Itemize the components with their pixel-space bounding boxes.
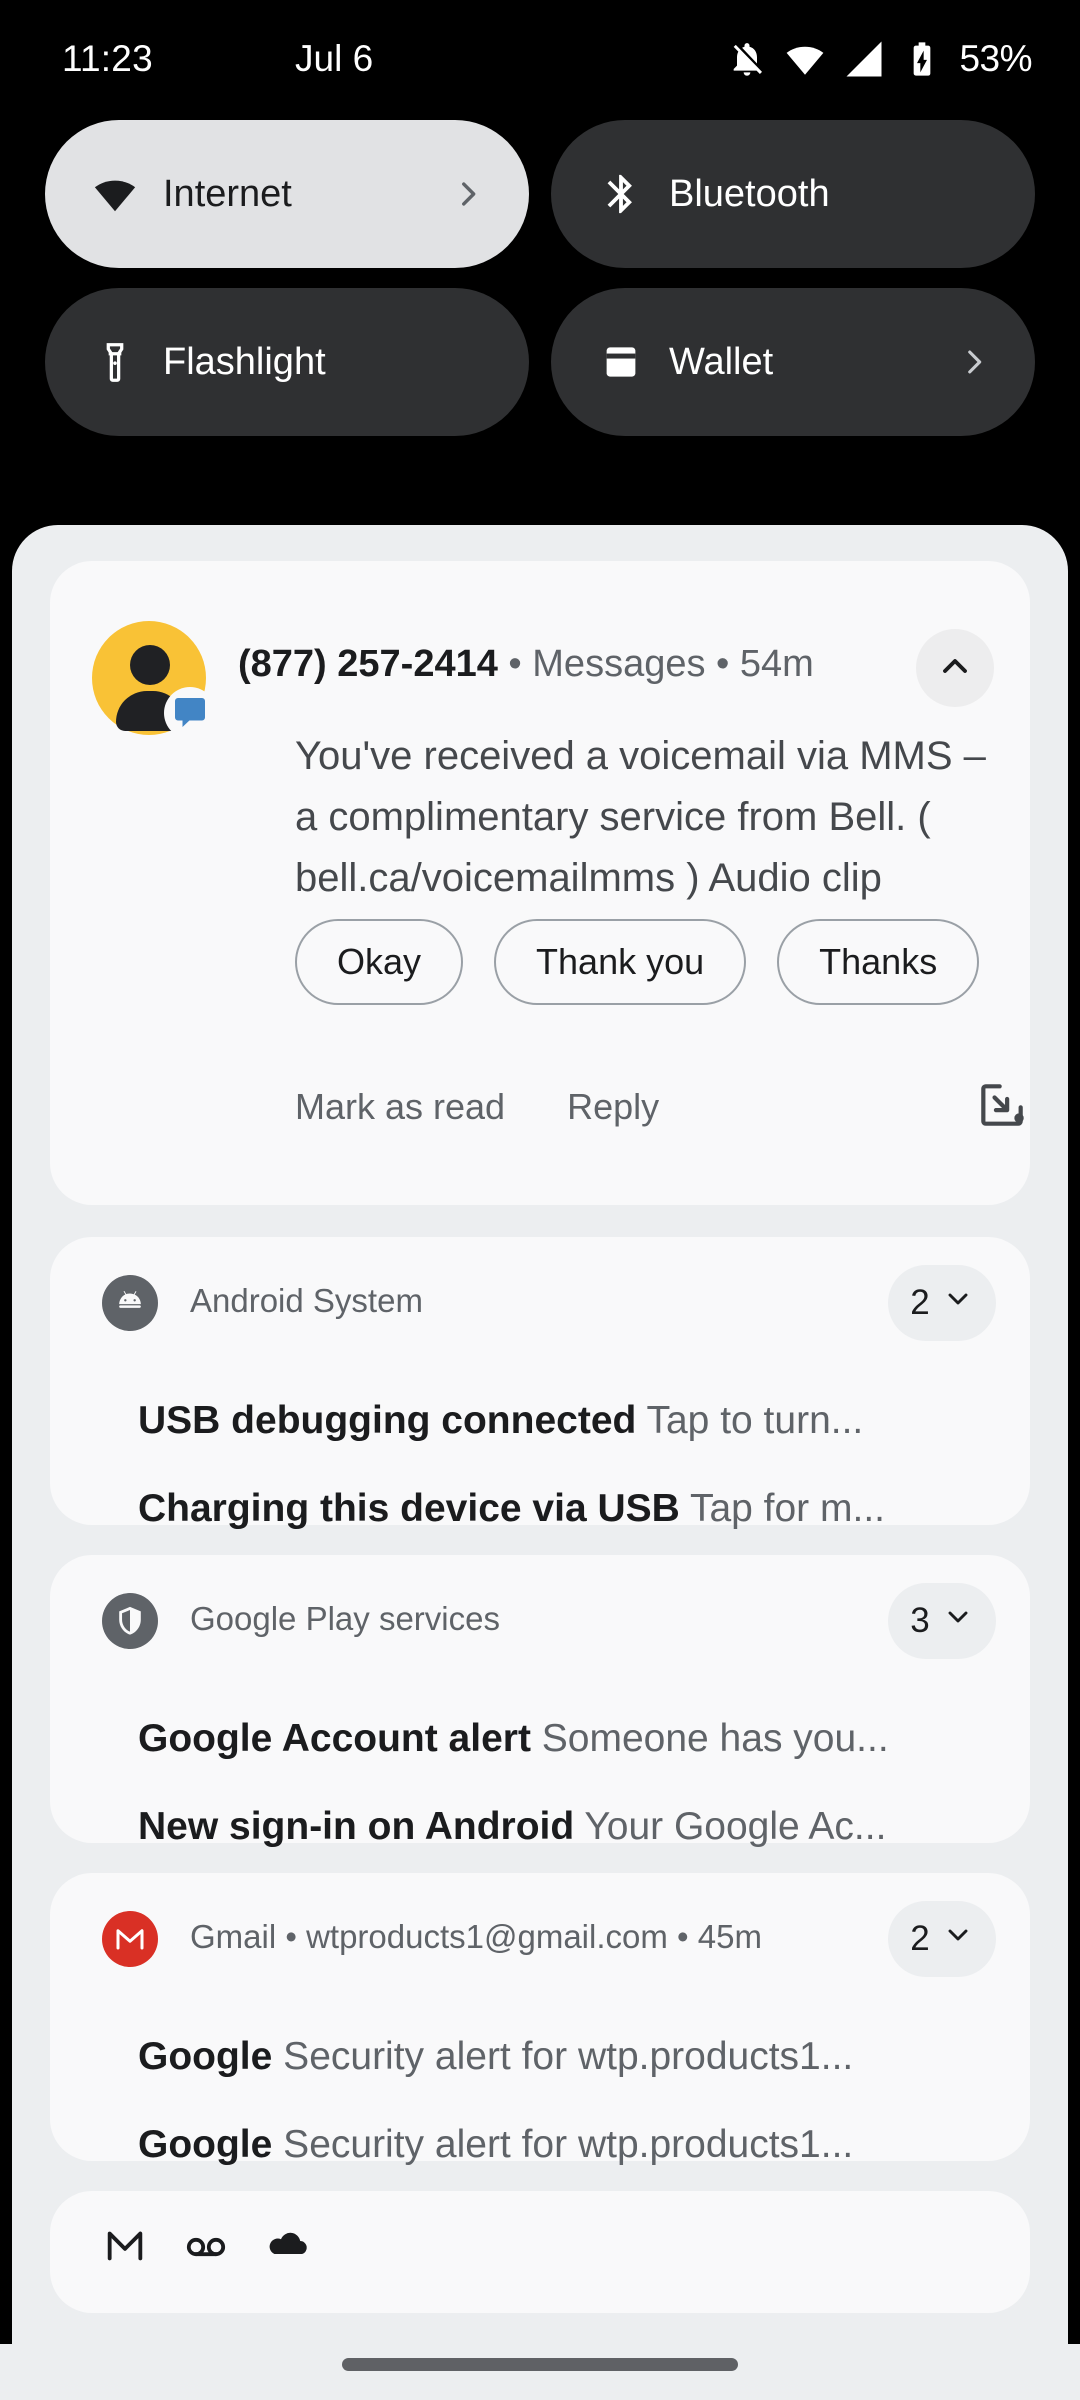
group-line-text: Tap to turn... <box>636 1399 864 1442</box>
open-in-bubble-button[interactable] <box>974 1077 1030 1138</box>
wifi-icon <box>784 38 826 80</box>
group-line-1[interactable]: Google Account alert Someone has you... <box>138 1717 1018 1761</box>
chevron-down-icon <box>942 1601 974 1642</box>
group-line-title: Google <box>138 2035 273 2078</box>
group-line-title: Google <box>138 2123 273 2166</box>
flashlight-icon <box>89 339 141 385</box>
group-expand-button[interactable]: 3 <box>888 1583 996 1659</box>
status-bar-icons: 53% <box>727 38 1032 80</box>
smart-reply-row: Okay Thank you Thanks <box>295 919 980 1005</box>
group-header: Android System 2 <box>50 1237 1030 1357</box>
notification-group-google-play-services[interactable]: Google Play services 3 Google Account al… <box>50 1555 1030 1848</box>
qs-tile-internet[interactable]: Internet <box>45 120 529 268</box>
conversation-action-row: Mark as read Reply <box>295 1071 1030 1143</box>
notification-conversation[interactable]: (877) 257-2414 • Messages • 54m You've r… <box>50 561 1030 1205</box>
group-line-title: New sign-in on Android <box>138 1805 575 1848</box>
group-line-text: Your Google Ac... <box>574 1805 887 1848</box>
android-system-icon <box>102 1275 158 1331</box>
conversation-title: (877) 257-2414 • Messages • 54m <box>238 643 814 686</box>
group-line-title: Charging this device via USB <box>138 1487 680 1530</box>
status-bar: 11:23 Jul 6 53% <box>0 0 1080 100</box>
group-line-2[interactable]: New sign-in on Android Your Google Ac... <box>138 1805 1018 1849</box>
chevron-up-icon <box>935 646 975 691</box>
silent-tray-icons <box>102 2221 312 2274</box>
notification-group-gmail[interactable]: Gmail • wtproducts1@gmail.com • 45m 2 Go… <box>50 1873 1030 2166</box>
group-count-label: 3 <box>910 1601 930 1640</box>
qs-tile-wallet[interactable]: Wallet <box>551 288 1035 436</box>
collapse-button[interactable] <box>916 629 994 707</box>
group-line-title: Google Account alert <box>138 1717 531 1760</box>
quick-settings-row-2: Flashlight Wallet <box>0 288 1080 436</box>
group-app-name: Android System <box>190 1282 423 1319</box>
qs-tile-bluetooth[interactable]: Bluetooth <box>551 120 1035 268</box>
group-line-text: Someone has you... <box>530 1717 889 1760</box>
group-count-label: 2 <box>910 1919 930 1958</box>
chevron-right-icon[interactable] <box>957 345 991 379</box>
group-line-text: Security alert for wtp.products1... <box>272 2035 854 2078</box>
signal-icon <box>843 38 885 80</box>
quick-settings-row-1: Internet Bluetooth <box>0 120 1080 268</box>
silent-notifications-tray[interactable] <box>50 2191 1030 2313</box>
open-in-bubble-icon <box>974 1077 1030 1138</box>
group-app-name: Gmail • wtproducts1@gmail.com • 45m <box>190 1918 762 1955</box>
mark-as-read-button[interactable]: Mark as read <box>295 1086 505 1128</box>
group-app-name: Google Play services <box>190 1600 500 1637</box>
smart-reply-okay[interactable]: Okay <box>295 919 464 1005</box>
navigation-bar <box>0 2344 1080 2400</box>
phone-screen: 11:23 Jul 6 53% Internet Bluetooth Flash… <box>0 0 1080 2400</box>
conversation-sender: (877) 257-2414 <box>238 643 498 685</box>
group-line-2[interactable]: Charging this device via USB Tap for m..… <box>138 1487 1018 1531</box>
battery-charging-icon <box>902 39 942 79</box>
conversation-message-body: You've received a voicemail via MMS – a … <box>295 734 986 900</box>
qs-tile-label: Internet <box>163 172 292 215</box>
cloud-icon[interactable] <box>264 2221 312 2274</box>
home-gesture-pill[interactable] <box>342 2358 738 2371</box>
message-bubble-badge-icon <box>164 687 216 739</box>
group-line-2[interactable]: Google Security alert for wtp.products1.… <box>138 2123 1018 2167</box>
smart-reply-thanks[interactable]: Thanks <box>777 919 980 1005</box>
chevron-down-icon <box>942 1283 974 1324</box>
wallet-icon <box>595 339 647 385</box>
avatar <box>92 621 216 739</box>
notification-shade: (877) 257-2414 • Messages • 54m You've r… <box>12 525 1068 2345</box>
voicemail-icon[interactable] <box>182 2221 230 2274</box>
group-count-label: 2 <box>910 1283 930 1322</box>
group-line-1[interactable]: USB debugging connected Tap to turn... <box>138 1399 1018 1443</box>
notifications-off-icon <box>727 39 767 79</box>
battery-percent-label: 53% <box>959 38 1032 79</box>
conversation-meta: • Messages • 54m <box>497 643 814 685</box>
qs-tile-label: Flashlight <box>163 340 326 383</box>
qs-tile-label: Wallet <box>669 340 774 383</box>
chevron-down-icon <box>942 1919 974 1960</box>
group-line-1[interactable]: Google Security alert for wtp.products1.… <box>138 2035 1018 2079</box>
group-line-title: USB debugging connected <box>138 1399 637 1442</box>
shield-icon <box>102 1593 158 1649</box>
group-header: Google Play services 3 <box>50 1555 1030 1675</box>
group-header: Gmail • wtproducts1@gmail.com • 45m 2 <box>50 1873 1030 1993</box>
group-line-text: Security alert for wtp.products1... <box>272 2123 854 2166</box>
avatar-head <box>130 645 170 685</box>
status-bar-clock: 11:23 <box>62 38 153 79</box>
chevron-right-icon[interactable] <box>451 177 485 211</box>
wifi-icon <box>89 171 141 217</box>
status-bar-date: Jul 6 <box>295 38 374 79</box>
reply-button[interactable]: Reply <box>567 1086 659 1128</box>
bluetooth-icon <box>595 171 647 217</box>
smart-reply-thank-you[interactable]: Thank you <box>494 919 747 1005</box>
qs-tile-flashlight[interactable]: Flashlight <box>45 288 529 436</box>
conversation-header: (877) 257-2414 • Messages • 54m <box>50 601 1030 739</box>
quick-settings-panel: Internet Bluetooth Flashlight Wallet <box>0 120 1080 456</box>
notification-group-android-system[interactable]: Android System 2 USB debugging connected… <box>50 1237 1030 1530</box>
gmail-icon[interactable] <box>102 2222 148 2273</box>
group-line-text: Tap for m... <box>679 1487 886 1530</box>
gmail-icon <box>102 1911 158 1967</box>
group-expand-button[interactable]: 2 <box>888 1265 996 1341</box>
group-expand-button[interactable]: 2 <box>888 1901 996 1977</box>
qs-tile-label: Bluetooth <box>669 172 830 215</box>
